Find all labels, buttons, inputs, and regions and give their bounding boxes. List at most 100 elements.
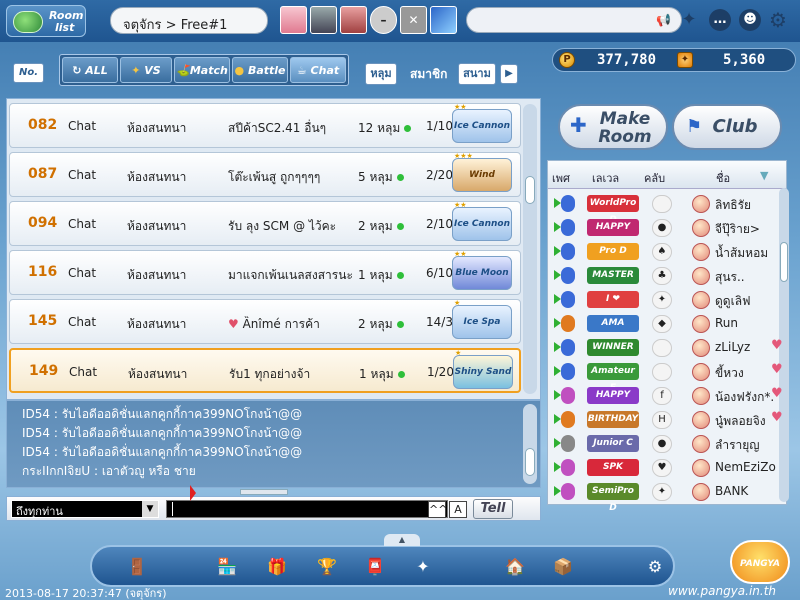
club-emblem-icon: ✦ [652, 483, 672, 501]
sort-holes-button[interactable]: หลุม [365, 63, 397, 85]
user-row[interactable]: MASTER ♣ สุนร.. [549, 265, 784, 287]
room-title: สปีค้าSC2.41 อื่นๆ [228, 121, 327, 135]
room-row[interactable]: 094 Chat ห้องสนทนา รับ ลุง SCM @ ไว้คะ 2… [9, 201, 521, 246]
user-row[interactable]: HAPPY ● จีปุ๊ริาย> [549, 217, 784, 239]
club-flag-icon: ⚑ [686, 116, 703, 137]
tab-vs[interactable]: ✦ VS [120, 57, 172, 83]
status-flag-icon [554, 342, 561, 352]
player-avatar-3[interactable] [340, 6, 367, 34]
settings-icon[interactable]: ⚙ [640, 553, 670, 581]
search-input[interactable]: 📢 [466, 7, 682, 33]
sort-number-button[interactable]: No. [13, 63, 44, 83]
room-row-selected[interactable]: 149 Chat ห้องสนทนา รับ1 ทุกอย่างจ้า 1 หล… [9, 348, 521, 393]
gear-icon[interactable]: ⚙ [767, 9, 789, 31]
shop-icon[interactable]: 🏪 [212, 553, 242, 581]
tell-button[interactable]: Tell [473, 499, 513, 519]
chat-target-select[interactable]: ถึงทุกท่าน ▼ [11, 500, 159, 518]
chat-log: ID54 : รับไอดีออดิชั่นแลกคูกกี้กาค399NOโ… [6, 400, 541, 488]
club-button[interactable]: ⚑ Club [672, 104, 782, 150]
user-row[interactable]: SPK ♥ NemEziZo [549, 457, 784, 479]
skull-icon[interactable]: ☻ [739, 9, 761, 31]
col-gender[interactable]: เพศ [552, 169, 570, 187]
avatar-face-icon [692, 195, 710, 213]
user-row[interactable]: Junior C ● ลำรายุญ [549, 433, 784, 455]
room-holes: 2 หลุม [358, 315, 404, 334]
chat-resize-handle[interactable] [240, 489, 288, 495]
close-icon[interactable]: ✕ [400, 6, 427, 34]
player-avatar-2[interactable] [310, 6, 337, 34]
user-row[interactable]: Amateur E ขี้หวง ♥ [549, 361, 784, 393]
user-row[interactable]: AMA ◆ Run [549, 313, 784, 335]
user-name: ดูดูเลิฟ [715, 294, 751, 308]
user-name: zLiLyz [715, 340, 751, 354]
tab-chat[interactable]: ☕ Chat [290, 57, 346, 83]
sparkle-icon[interactable]: ✦ [678, 9, 700, 31]
room-row[interactable]: 087 Chat ห้องสนทนา โต๊ะเพ้นสู ถูกๆๆๆๆ 5 … [9, 152, 521, 197]
room-row[interactable]: 082 Chat ห้องสนทนา สปีค้าSC2.41 อื่นๆ 12… [9, 103, 521, 148]
user-row[interactable]: HAPPY f น้องฟรังก*. ♥ [549, 385, 784, 407]
user-row[interactable]: Pro D ♠ น้ำส้มหอม [549, 241, 784, 263]
room-list-button[interactable]: Room list [6, 5, 86, 37]
mailbox-icon[interactable]: 📮 [360, 553, 390, 581]
player-avatar-1[interactable] [280, 6, 307, 34]
chat-scrollbar[interactable] [523, 404, 537, 484]
room-name: ห้องสนทนา [127, 268, 187, 282]
avatar-face-icon [692, 291, 710, 309]
scroll-thumb[interactable] [525, 448, 535, 476]
sort-course-button[interactable]: สนาม [458, 63, 496, 85]
minus-icon[interactable]: – [370, 6, 397, 34]
status-flag-icon [554, 222, 561, 232]
heart-icon: ♥ [228, 317, 243, 331]
user-row[interactable]: WINNER zLiLyz ♥ [549, 337, 784, 359]
text-caret [172, 502, 173, 516]
scratch-card-icon[interactable]: ✦ [408, 553, 438, 581]
tab-battle[interactable]: ● Battle [232, 57, 288, 83]
club-emblem-icon [652, 339, 672, 357]
tab-match[interactable]: ⛳Match [174, 57, 230, 83]
sort-down-icon[interactable]: ▼ [760, 169, 768, 182]
chat-input[interactable] [166, 500, 448, 518]
gender-icon [561, 339, 575, 356]
cookie-icon: ✦ [677, 52, 693, 68]
heart-icon: ♥ [771, 410, 783, 425]
make-room-button[interactable]: ✚ Make Room [558, 104, 668, 150]
room-number: 145 [28, 313, 58, 329]
club-emblem-icon: ♠ [652, 243, 672, 261]
exit-door-icon[interactable]: 🚪 [122, 553, 152, 581]
gift-icon[interactable]: 🎁 [262, 553, 292, 581]
avatar-face-icon [692, 387, 710, 405]
emoticon-button[interactable]: ^^ [428, 501, 447, 518]
gender-icon [561, 243, 575, 260]
refresh-icon: ↻ [72, 64, 86, 77]
flag-icon[interactable] [430, 6, 457, 34]
status-flag-icon [554, 318, 561, 328]
user-row[interactable]: SemiPro D ✦ BANK [549, 481, 784, 513]
user-row[interactable]: BIRTHDAY H นู๋พลอยจิง ♥ [549, 409, 784, 431]
user-row[interactable]: I ❤ ✦ ดูดูเลิฟ [549, 289, 784, 311]
course-badge: Ice Cannon [452, 207, 512, 241]
gender-icon [561, 315, 575, 332]
heart-icon: ♥ [771, 362, 783, 377]
col-name[interactable]: ชื่อ [716, 169, 730, 187]
font-button[interactable]: A [449, 501, 467, 518]
chat-icon[interactable]: … [709, 9, 731, 31]
room-list-scrollbar[interactable] [523, 104, 537, 394]
site-url: www.pangya.in.th [668, 584, 777, 598]
tab-all[interactable]: ↻ ALL [62, 57, 118, 83]
col-level[interactable]: เลเวล [592, 169, 619, 187]
room-row[interactable]: 116 Chat ห้องสนทนา มาแจกเพ้นเนลสงสารนะ 1… [9, 250, 521, 295]
bottom-toggle-arrow[interactable]: ▲ [384, 534, 420, 546]
room-holes: 2 หลุม [358, 217, 404, 236]
scroll-thumb[interactable] [525, 176, 535, 204]
room-name: ห้องสนทนา [128, 367, 188, 381]
user-title-badge: WorldPro D [587, 195, 639, 225]
room-row[interactable]: 145 Chat ห้องสนทนา ♥ Ȁnîmé การค้า 2 หลุม… [9, 299, 521, 344]
col-club[interactable]: คลับ [644, 169, 665, 187]
my-room-icon[interactable]: 🏠 [500, 553, 530, 581]
next-page-button[interactable]: ▶ [500, 64, 518, 84]
locker-icon[interactable]: 📦 [548, 553, 578, 581]
user-title-badge: Amateur E [587, 363, 639, 393]
trophy-icon[interactable]: 🏆 [312, 553, 342, 581]
user-title-badge: Junior C [587, 435, 639, 452]
user-row[interactable]: WorldPro D ลิทธิรัย [549, 193, 784, 225]
